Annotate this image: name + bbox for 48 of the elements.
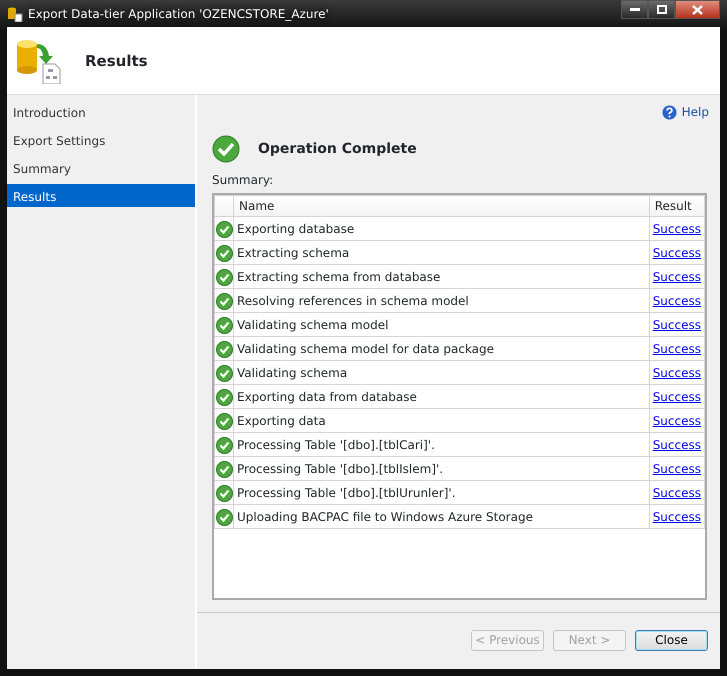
table-cell: Exporting database [234, 216, 650, 240]
table-cell: Exporting data [234, 408, 650, 432]
check-icon [216, 292, 233, 310]
table-cell: Processing Table '[dbo].[tblIslem]'. [234, 456, 650, 480]
status-title: Operation Complete [258, 140, 417, 158]
table-cell: Validating schema [234, 360, 650, 384]
dialog-button[interactable]: Close [635, 630, 708, 650]
maximize-button[interactable] [648, 0, 675, 19]
column-header: Result [649, 196, 704, 216]
window-title: Export Data-tier Application 'OZENCSTORE_Azure' [28, 6, 329, 22]
summary-label: Summary: [212, 172, 274, 189]
sidebar-item[interactable]: Results [7, 184, 195, 207]
check-icon [216, 340, 233, 358]
check-icon [216, 244, 233, 262]
close-button[interactable] [675, 0, 720, 19]
check-icon [216, 436, 233, 454]
table-cell: Extracting schema from database [234, 264, 650, 288]
check-icon [216, 484, 233, 502]
help-icon[interactable] [662, 104, 677, 120]
check-icon [216, 388, 233, 406]
check-icon [216, 460, 233, 478]
table-cell: Resolving references in schema model [234, 288, 650, 312]
minimize-icon [630, 8, 640, 12]
sidebar-item[interactable]: Introduction [7, 100, 195, 123]
table-cell: Validating schema model for data package [234, 336, 650, 360]
table-cell: Uploading BACPAC file to Windows Azure Storage [234, 504, 650, 528]
table-cell: Extracting schema [234, 240, 650, 264]
close-icon [692, 4, 703, 14]
table-cell: Processing Table '[dbo].[tblCari]'. [234, 432, 650, 456]
check-icon [216, 220, 233, 238]
minimize-button[interactable] [621, 0, 648, 19]
help-link[interactable]: Help [682, 103, 709, 121]
table-cell: Validating schema model [234, 312, 650, 336]
check-icon [216, 364, 233, 382]
database-export-icon [15, 38, 63, 84]
sidebar-item[interactable]: Export Settings [7, 128, 195, 151]
check-icon [216, 316, 233, 334]
check-icon [216, 508, 233, 526]
check-icon [216, 268, 233, 286]
table-cell: Exporting data from database [234, 384, 650, 408]
check-icon [212, 135, 240, 163]
page-title: Results [85, 52, 148, 70]
app-icon [7, 6, 23, 22]
table-cell: Processing Table '[dbo].[tblUrunler]'. [234, 480, 650, 504]
column-header: Name [234, 196, 650, 216]
sidebar-item[interactable]: Summary [7, 156, 195, 179]
maximize-icon [656, 5, 666, 14]
check-icon [216, 412, 233, 430]
